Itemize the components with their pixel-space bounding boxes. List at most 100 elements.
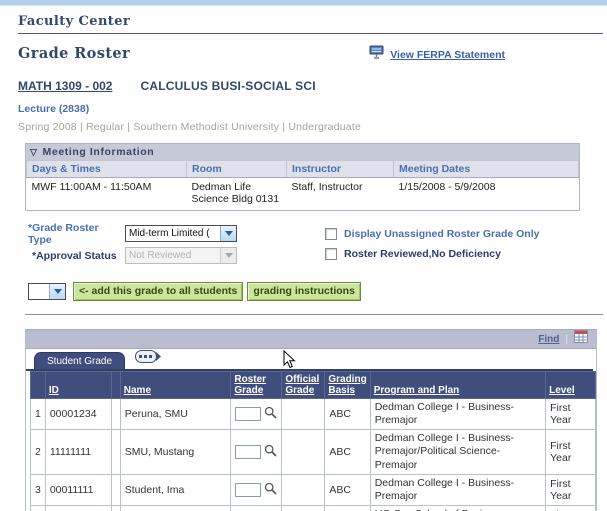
student-id: 00011111: [44, 473, 112, 506]
table-row: 1 00001234 Peruna, SMU ABC Dedman Colleg…: [30, 397, 596, 431]
col-level[interactable]: Level: [545, 371, 596, 399]
row-number: 2: [30, 429, 46, 475]
roster-reviewed-label: Roster Reviewed,No Deficiency: [344, 248, 501, 260]
course-component: Lecture (2838): [18, 103, 90, 115]
section-divider: [25, 314, 603, 315]
grade-lookup-icon[interactable]: [264, 406, 277, 422]
meeting-col-instructor: Instructor: [286, 160, 394, 178]
level: First Year: [545, 397, 596, 431]
col-rownum: [30, 371, 46, 399]
meeting-col-dates: Meeting Dates: [393, 160, 579, 178]
grading-basis: ABC: [324, 429, 371, 475]
add-grade-to-all-button[interactable]: <- add this grade to all students: [73, 282, 244, 301]
col-official-grade[interactable]: Official Grade: [281, 371, 326, 399]
dropdown-arrow-icon: [220, 248, 236, 263]
collapse-triangle-icon[interactable]: ▽: [30, 147, 38, 158]
spacer-cell: [110, 504, 121, 511]
spacer-cell: [110, 397, 121, 431]
page-content: Faculty Center Grade Roster View FERPA S…: [0, 6, 607, 511]
grade-lookup-icon[interactable]: [264, 482, 277, 498]
official-grade: [281, 473, 326, 506]
row-number: 1: [30, 397, 46, 431]
dropdown-arrow-icon[interactable]: [49, 284, 65, 299]
add-grade-select-value: [29, 284, 49, 299]
grade-roster-type-select[interactable]: Mid-term Limited (: [125, 225, 237, 242]
program-and-plan: Dedman College I - Business-Premajor: [369, 473, 547, 506]
program-and-plan: Dedman College I - Business-Premajor: [369, 397, 547, 431]
grading-basis: ABC: [324, 397, 371, 431]
course-term-line: Spring 2008 | Regular | Southern Methodi…: [18, 121, 361, 133]
grade-roster-type-label: *Grade Roster Type: [28, 221, 99, 246]
meeting-instructor: Staff, Instructor: [286, 177, 394, 210]
course-code-link[interactable]: MATH 1309 - 002: [18, 79, 112, 93]
approval-status-label: *Approval Status: [32, 249, 117, 262]
header-divider: [18, 33, 603, 34]
col-name[interactable]: Name: [119, 371, 232, 399]
meeting-information-section: ▽ Meeting Information Days & Times Room …: [25, 143, 580, 211]
tab-student-grade[interactable]: Student Grade: [34, 352, 126, 371]
roster-grade-input[interactable]: [235, 482, 262, 497]
add-grade-select[interactable]: [28, 283, 66, 300]
student-grade-table: ID Name Roster Grade Official Grade Grad…: [30, 371, 596, 511]
meeting-row: MWF 11:00AM - 11:50AM Dedman Life Scienc…: [26, 177, 579, 210]
meeting-table: Days & Times Room Instructor Meeting Dat…: [26, 160, 579, 210]
level: First Year: [545, 504, 596, 511]
meeting-col-room: Room: [186, 160, 287, 178]
student-id: 11111111: [44, 429, 112, 475]
meeting-information-title: Meeting Information: [42, 146, 155, 158]
roster-grade-input[interactable]: [235, 444, 262, 459]
official-grade: [281, 397, 326, 431]
col-program-and-plan[interactable]: Program and Plan: [369, 371, 547, 399]
level: First Year: [545, 429, 596, 475]
view-ferpa-link[interactable]: View FERPA Statement: [390, 49, 505, 61]
download-grid-icon[interactable]: [574, 330, 588, 348]
table-row: 2 11111111 SMU, Mustang ABC Dedman Colle…: [30, 429, 596, 475]
grading-basis: ABC: [324, 504, 371, 511]
grading-basis: ABC: [324, 473, 371, 506]
find-link[interactable]: Find: [538, 334, 559, 345]
ferpa-sign-icon: [369, 45, 384, 64]
student-name: SMU, Mustang: [119, 429, 232, 475]
roster-grade-input[interactable]: [235, 407, 262, 422]
level: First Year: [545, 473, 596, 506]
dropdown-arrow-icon[interactable]: [220, 226, 236, 241]
app-title: Faculty Center: [18, 14, 131, 29]
program-and-plan: Dedman College I - Business-Premajor/Pol…: [369, 429, 547, 475]
meeting-dates: 1/15/2008 - 5/9/2008: [393, 177, 579, 210]
roster-reviewed-checkbox[interactable]: [325, 248, 337, 260]
approval-status-select: Not Reviewed: [125, 247, 237, 264]
official-grade: [281, 504, 326, 511]
grading-instructions-button[interactable]: grading instructions: [247, 282, 361, 301]
grade-lookup-icon[interactable]: [264, 444, 277, 460]
spacer-cell: [110, 429, 121, 475]
student-name: Mustang, Pony: [119, 504, 232, 511]
find-separator: |: [565, 333, 568, 345]
student-name: Peruna, SMU: [119, 397, 232, 431]
roster-options-form: *Grade Roster Type Mid-term Limited ( *A…: [18, 221, 607, 268]
student-id: 00001234: [44, 397, 112, 431]
show-all-columns-icon[interactable]: [135, 350, 162, 368]
col-roster-grade[interactable]: Roster Grade: [230, 371, 283, 399]
student-name: Student, Ima: [119, 473, 232, 506]
col-spacer: [110, 371, 121, 399]
meeting-col-days-times: Days & Times: [26, 160, 187, 178]
approval-status-value: Not Reviewed: [129, 250, 192, 261]
spacer-cell: [110, 473, 121, 506]
meeting-days-times: MWF 11:00AM - 11:50AM: [26, 177, 187, 210]
course-title: CALCULUS BUSI-SOCIAL SCI: [140, 79, 316, 93]
row-number: 3: [30, 473, 46, 506]
student-grade-grid: Find | Student Grade ID Name Roster Grad…: [25, 329, 597, 511]
mouse-cursor: [283, 349, 296, 374]
page-title: Grade Roster: [18, 45, 131, 62]
row-number: 4: [30, 504, 46, 511]
program-and-plan: UG Cox School of Business - General Busi…: [369, 504, 547, 511]
table-row: 4 11111112 Mustang, Pony ABC UG Cox Scho…: [30, 504, 596, 511]
col-id[interactable]: ID: [44, 371, 112, 399]
display-unassigned-checkbox[interactable]: [325, 228, 337, 240]
display-unassigned-label: Display Unassigned Roster Grade Only: [344, 228, 540, 240]
col-grading-basis[interactable]: Grading Basis: [324, 371, 371, 399]
grade-roster-type-value: Mid-term Limited (: [129, 228, 210, 239]
grid-action-bar: Find |: [26, 329, 596, 349]
table-row: 3 00011111 Student, Ima ABC Dedman Colle…: [30, 473, 596, 506]
meeting-information-header[interactable]: ▽ Meeting Information: [26, 144, 579, 160]
